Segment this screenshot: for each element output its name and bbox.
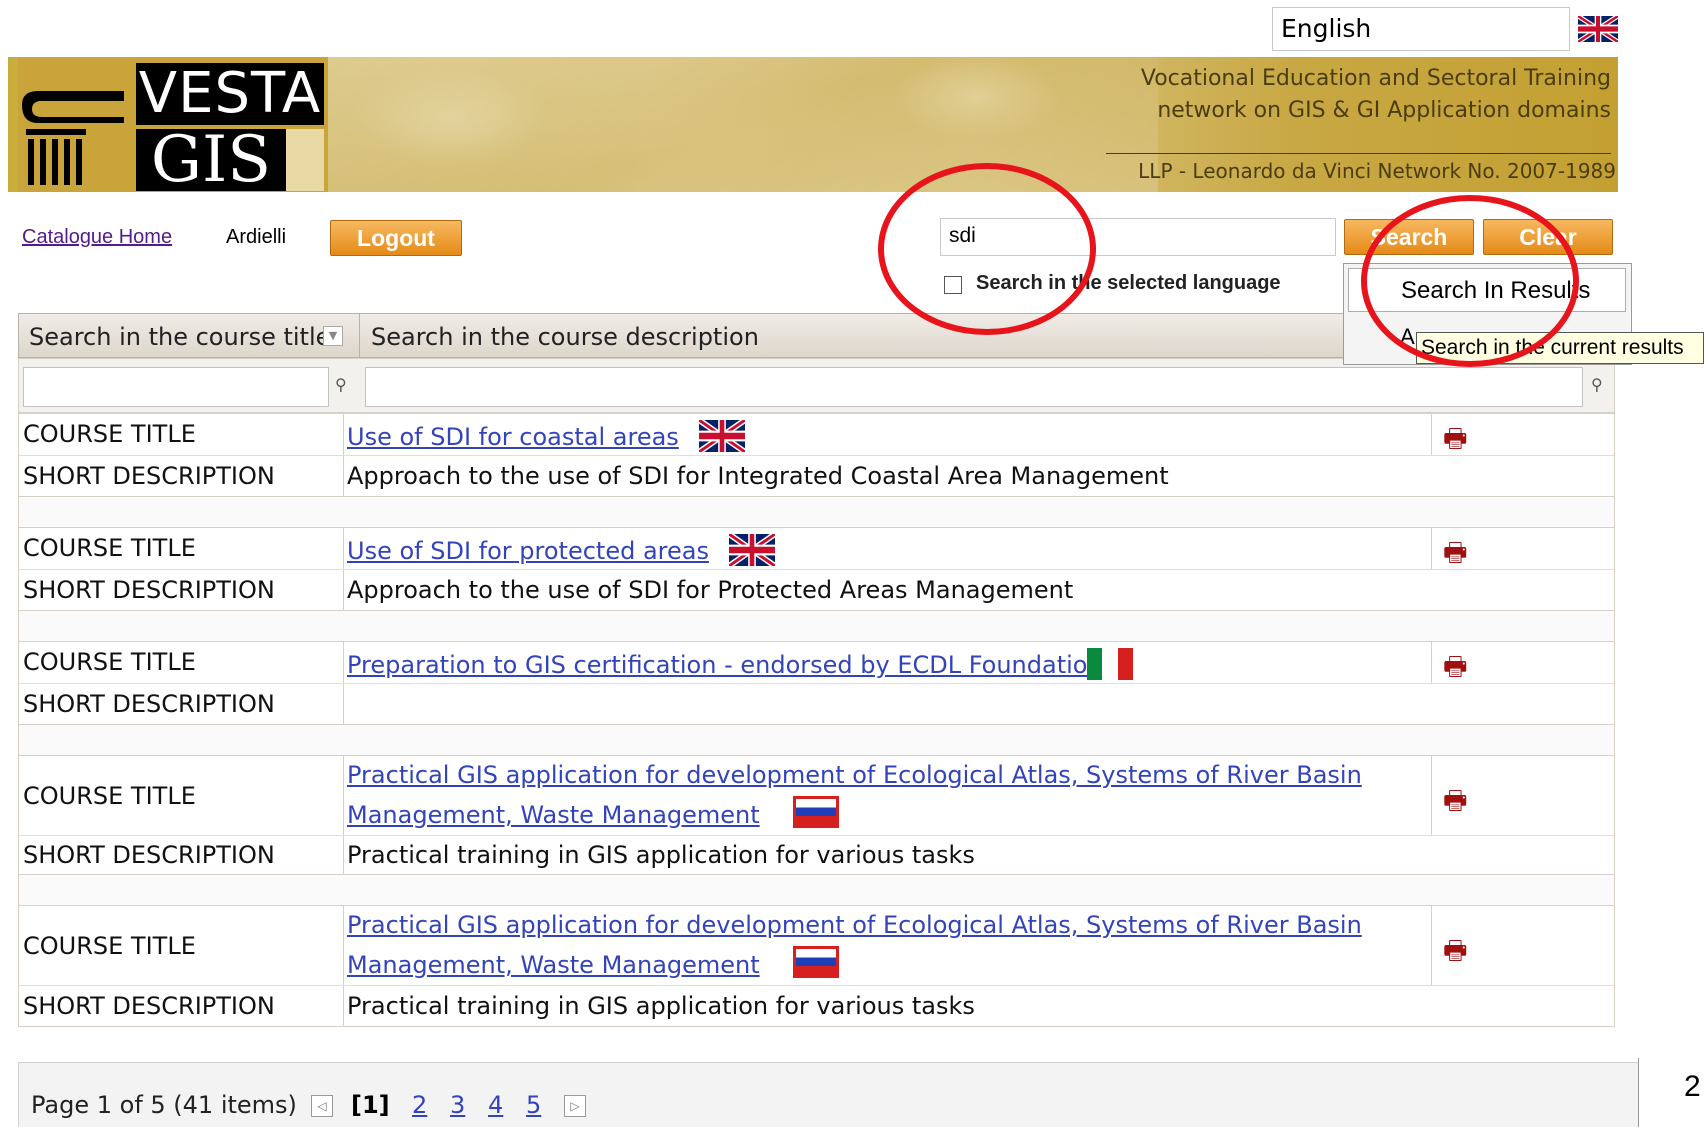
- table-row: SHORT DESCRIPTION Approach to the use of…: [19, 456, 1614, 498]
- short-description-label: SHORT DESCRIPTION: [23, 841, 275, 869]
- printer-icon[interactable]: 🖶: [1443, 932, 1468, 976]
- tooltip: Search in the current results: [1416, 332, 1704, 364]
- uk-flag-icon: [699, 420, 745, 452]
- pager-page-4[interactable]: 4: [488, 1091, 503, 1119]
- table-row: COURSE TITLE Practical GIS application f…: [19, 906, 1614, 986]
- printer-icon[interactable]: 🖶: [1443, 782, 1468, 826]
- course-record: COURSE TITLE Use of SDI for coastal area…: [18, 413, 1615, 497]
- prev-page-icon[interactable]: ◁: [311, 1095, 333, 1117]
- course-record: COURSE TITLE Practical GIS application f…: [18, 755, 1615, 875]
- course-record: COURSE TITLE Use of SDI for protected ar…: [18, 527, 1615, 611]
- column-divider: [359, 314, 360, 358]
- uk-flag-icon: [729, 534, 775, 566]
- col-header-description[interactable]: Search in the course description: [371, 323, 759, 351]
- russia-flag-icon: [793, 946, 839, 978]
- vesta-gis-logo: VESTA GIS: [18, 57, 328, 192]
- pager-info: Page 1 of 5 (41 items): [31, 1091, 297, 1119]
- search-input[interactable]: sdi: [940, 218, 1336, 256]
- tagline-divider: [1106, 153, 1611, 154]
- course-title-label: COURSE TITLE: [23, 420, 196, 448]
- description-filter-input[interactable]: [365, 367, 1583, 407]
- course-title-link-line2[interactable]: Management, Waste Management: [347, 944, 760, 986]
- course-title-label: COURSE TITLE: [23, 932, 196, 960]
- search-language-label: Search in the selected language: [976, 272, 1281, 294]
- course-record: COURSE TITLE Practical GIS application f…: [18, 905, 1615, 1027]
- table-row: SHORT DESCRIPTION Practical training in …: [19, 836, 1614, 876]
- table-row: COURSE TITLE Use of SDI for protected ar…: [19, 528, 1614, 570]
- slide-number: 2: [1684, 1070, 1701, 1103]
- course-title-link[interactable]: Use of SDI for coastal areas: [347, 416, 679, 458]
- uk-flag-icon[interactable]: [1578, 16, 1618, 42]
- filter-icon[interactable]: ⚲: [1591, 375, 1603, 394]
- column-icon: [22, 91, 124, 185]
- pager-page-5[interactable]: 5: [526, 1091, 541, 1119]
- table-row: SHORT DESCRIPTION: [19, 684, 1614, 726]
- tagline-line2: network on GIS & GI Application domains: [1157, 98, 1611, 123]
- pager-current-page: [1]: [351, 1091, 390, 1119]
- logout-button[interactable]: Logout: [330, 220, 462, 256]
- course-title-link[interactable]: Preparation to GIS certification - endor…: [347, 644, 1103, 686]
- course-title-link-line2[interactable]: Management, Waste Management: [347, 794, 760, 836]
- short-description-label: SHORT DESCRIPTION: [23, 992, 275, 1020]
- course-title-label: COURSE TITLE: [23, 534, 196, 562]
- course-title-link-line1[interactable]: Practical GIS application for developmen…: [347, 754, 1362, 796]
- table-row: COURSE TITLE Preparation to GIS certific…: [19, 642, 1614, 684]
- search-button[interactable]: Search: [1344, 219, 1474, 255]
- search-input-value: sdi: [949, 224, 976, 247]
- tooltip-text: Search in the current results: [1421, 336, 1684, 359]
- chevron-down-icon[interactable]: ▼: [323, 326, 343, 346]
- header-banner: VESTA GIS Vocational Education and Secto…: [8, 57, 1618, 192]
- short-description-label: SHORT DESCRIPTION: [23, 576, 275, 604]
- course-description: Practical training in GIS application fo…: [347, 992, 975, 1020]
- clear-button[interactable]: Clear: [1483, 219, 1613, 255]
- course-description: Approach to the use of SDI for Integrate…: [347, 462, 1169, 490]
- course-title-label: COURSE TITLE: [23, 648, 196, 676]
- menu-item-second[interactable]: A: [1400, 324, 1415, 350]
- short-description-label: SHORT DESCRIPTION: [23, 690, 275, 718]
- table-row: SHORT DESCRIPTION Practical training in …: [19, 986, 1614, 1028]
- title-filter-input[interactable]: [23, 367, 329, 407]
- logo-accent: [286, 129, 324, 191]
- filter-row: ⚲ ⚲: [18, 358, 1615, 413]
- course-title-label: COURSE TITLE: [23, 782, 196, 810]
- pager-page-3[interactable]: 3: [450, 1091, 465, 1119]
- tagline-line3: LLP - Leonardo da Vinci Network No. 2007…: [1138, 159, 1616, 183]
- tagline-line1: Vocational Education and Sectoral Traini…: [1140, 66, 1611, 91]
- search-language-checkbox[interactable]: [944, 276, 962, 294]
- banner-map-image: [328, 57, 1158, 192]
- table-row: COURSE TITLE Use of SDI for coastal area…: [19, 414, 1614, 456]
- user-name: Ardielli: [226, 226, 287, 248]
- course-title-link[interactable]: Use of SDI for protected areas: [347, 530, 709, 572]
- pager: Page 1 of 5 (41 items) ◁ [1] 2 3 4 5 ▷: [18, 1062, 1638, 1127]
- table-row: COURSE TITLE Practical GIS application f…: [19, 756, 1614, 836]
- filter-icon[interactable]: ⚲: [335, 375, 347, 394]
- menu-item-label: Search In Results: [1401, 277, 1591, 304]
- course-description: Practical training in GIS application fo…: [347, 841, 975, 869]
- language-select[interactable]: English: [1272, 7, 1570, 51]
- table-row: SHORT DESCRIPTION Approach to the use of…: [19, 570, 1614, 612]
- language-select-value: English: [1281, 14, 1372, 43]
- course-record: COURSE TITLE Preparation to GIS certific…: [18, 641, 1615, 725]
- italy-flag-icon: [1087, 648, 1133, 680]
- course-title-link-line1[interactable]: Practical GIS application for developmen…: [347, 904, 1362, 946]
- catalogue-home-link[interactable]: Catalogue Home: [22, 226, 172, 249]
- tagline: Vocational Education and Sectoral Traini…: [1106, 63, 1611, 127]
- col-header-title[interactable]: Search in the course title: [29, 323, 330, 351]
- logo-text-bottom: GIS: [136, 128, 286, 192]
- course-description: Approach to the use of SDI for Protected…: [347, 576, 1074, 604]
- pager-page-2[interactable]: 2: [412, 1091, 427, 1119]
- next-page-icon[interactable]: ▷: [564, 1095, 586, 1117]
- logo-text-top: VESTA: [136, 63, 324, 125]
- russia-flag-icon: [793, 796, 839, 828]
- menu-item-search-in-results[interactable]: Search In Results: [1348, 268, 1626, 312]
- short-description-label: SHORT DESCRIPTION: [23, 462, 275, 490]
